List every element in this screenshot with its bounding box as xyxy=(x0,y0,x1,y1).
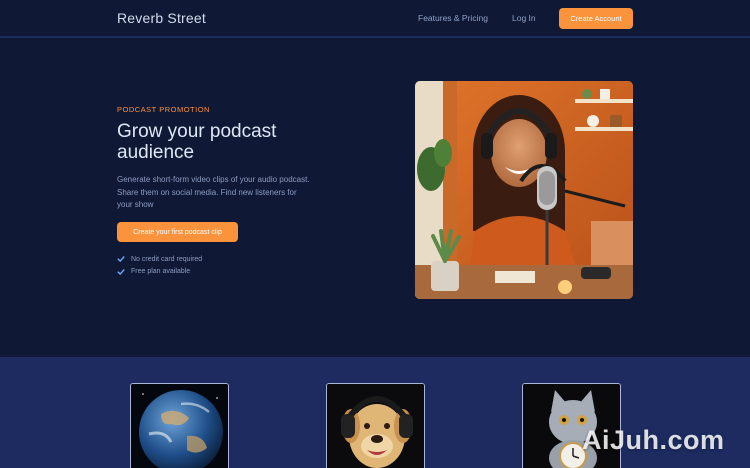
hero-description: Generate short-form video clips of your … xyxy=(117,175,310,209)
earth-photo xyxy=(130,383,229,468)
dog-headphones-photo xyxy=(326,383,425,468)
create-podcast-clip-button[interactable]: Create your first podcast clip xyxy=(117,222,238,242)
brand-logo[interactable]: Reverb Street xyxy=(117,10,206,26)
podcaster-photo xyxy=(415,81,633,299)
watermark-text: AiJuh.com xyxy=(582,425,725,455)
hero-title: Grow your podcast audience xyxy=(117,121,277,163)
check-icon xyxy=(117,268,125,275)
check-icon xyxy=(117,256,125,263)
top-nav: Reverb Street Features & Pricing Log In … xyxy=(0,0,750,38)
benefit-item: No credit card required xyxy=(117,253,202,266)
benefit-label: Free plan available xyxy=(131,268,191,276)
hero-eyebrow: PODCAST PROMOTION xyxy=(117,105,210,114)
benefits-list: No credit card required Free plan availa… xyxy=(117,253,202,278)
benefit-label: No credit card required xyxy=(131,255,203,263)
nav-link-login[interactable]: Log In xyxy=(512,13,536,23)
create-account-button[interactable]: Create Account xyxy=(559,8,633,29)
nav-link-features-pricing[interactable]: Features & Pricing xyxy=(418,13,488,23)
benefit-item: Free plan available xyxy=(117,266,202,279)
